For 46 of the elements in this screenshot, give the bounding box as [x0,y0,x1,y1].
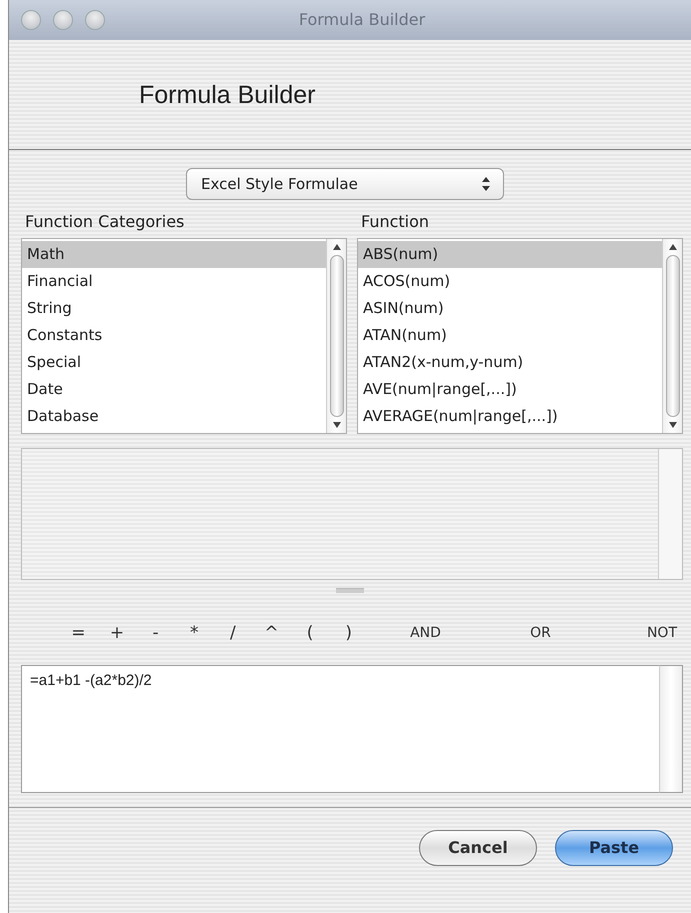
window-control-button[interactable] [53,10,73,30]
function-list-item[interactable]: AVERAGE(num|range[,...]) [358,403,662,430]
list-label: Function [360,211,430,233]
scroll-up-arrow-icon[interactable] [332,243,342,251]
window-control-button[interactable] [21,10,41,30]
function-list-item[interactable]: ASIN(num) [358,295,662,322]
scroll-thumb[interactable] [666,255,680,417]
paste-button[interactable]: Paste [555,830,673,866]
category-list-item[interactable]: Constants [22,322,326,349]
function-list-item[interactable]: ATAN2(x-num,y-num) [358,349,662,376]
scroll-thumb[interactable] [330,255,344,417]
formula-style-dropdown[interactable]: Excel Style Formulae [186,168,504,200]
window-control-button[interactable] [85,10,105,30]
operator-button[interactable]: ^ [252,621,291,646]
category-list-item[interactable]: Special [22,349,326,376]
scroll-bar[interactable] [658,449,682,579]
function-list-item[interactable]: AVE(num|range[,...]) [358,376,662,403]
operator-button[interactable]: - [136,621,175,646]
function-list-item[interactable]: ACOS(num) [358,268,662,295]
operator-button[interactable]: ( [290,621,330,646]
function-list-item[interactable]: ATAN(num) [358,322,662,349]
logic-operator-button[interactable]: NOT [598,623,683,644]
splitter-handle[interactable] [336,588,364,593]
category-list-item[interactable]: Date [22,376,326,403]
operator-button[interactable]: + [98,621,136,646]
operator-button[interactable]: / [214,621,252,646]
operator-button[interactable]: ) [329,621,368,646]
dialog-heading: Formula Builder [139,80,316,110]
scroll-down-arrow-icon[interactable] [332,421,342,429]
category-list-item[interactable]: String [22,295,326,322]
scroll-bar[interactable] [659,664,683,792]
scroll-down-arrow-icon[interactable] [668,421,678,429]
function-list-item[interactable]: ABS(num) [358,241,662,268]
list-label: Function Categories [24,211,186,233]
category-list-item[interactable]: Financial [22,268,326,295]
operator-button[interactable]: = [59,621,98,646]
cancel-button[interactable]: Cancel [419,830,537,866]
updown-arrows-icon [479,175,493,193]
scroll-up-arrow-icon[interactable] [668,243,678,251]
logic-operator-button[interactable]: OR [483,623,598,644]
window-title: Formula Builder [298,9,426,31]
logic-operator-button[interactable]: AND [368,623,483,644]
formula-field[interactable]: =a1+b1 -(a2*b2)/2 [21,664,659,792]
operator-button[interactable]: * [174,621,214,646]
category-list-item[interactable]: Database [22,403,326,430]
category-list-item[interactable]: Math [22,241,326,268]
